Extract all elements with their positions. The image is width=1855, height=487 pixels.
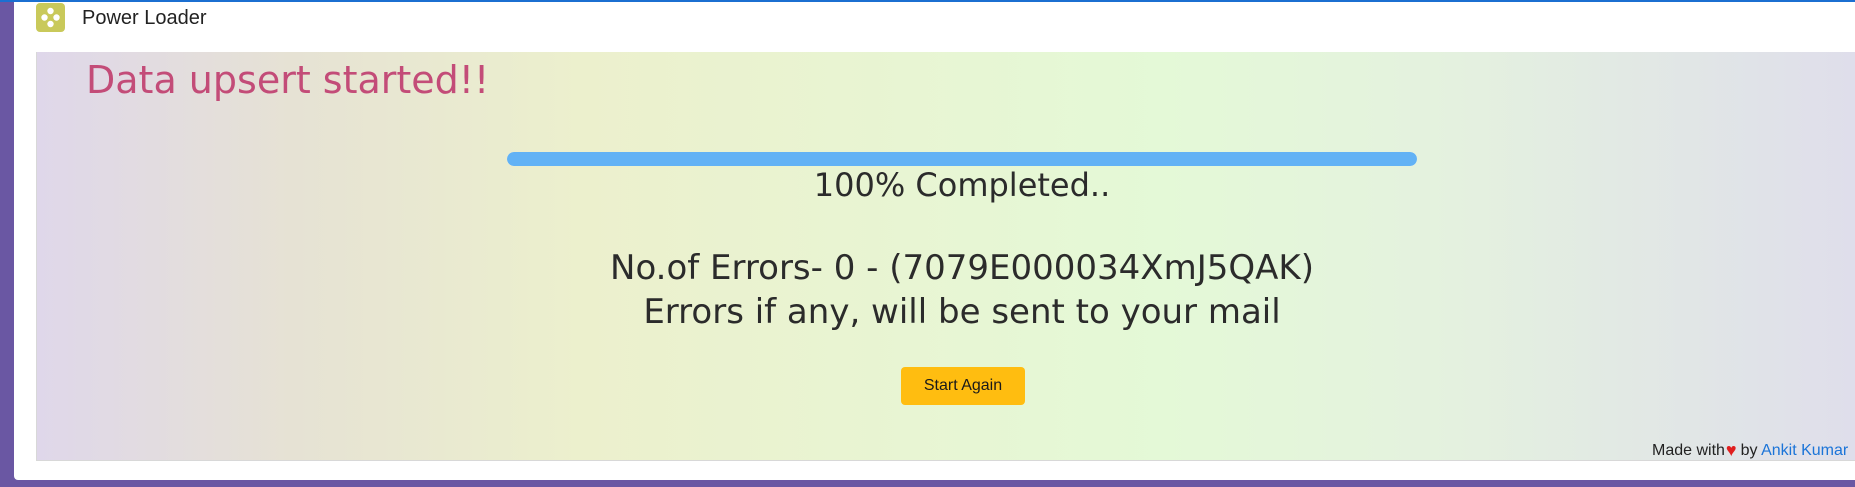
app-title: Power Loader [82,7,207,29]
author-link[interactable]: Ankit Kumar [1761,442,1848,459]
progress-bar-fill [507,152,1417,166]
start-again-button[interactable]: Start Again [901,367,1025,405]
footer-credit: Made with♥ by Ankit Kumar [1652,440,1848,460]
progress-label: 100% Completed.. [813,166,1111,204]
progress-bar [507,152,1417,166]
footer-made-with: Made with [1652,442,1725,459]
status-headline: Data upsert started!! [86,58,490,102]
app-card: Power Loader Data upsert started!! 100% … [14,2,1855,480]
footer-by: by [1740,442,1758,459]
app-logo-icon [36,3,65,32]
error-note: Errors if any, will be sent to your mail [643,292,1281,332]
heart-icon: ♥ [1725,440,1737,460]
app-header: Power Loader [14,2,1855,52]
loader-panel: Data upsert started!! 100% Completed.. N… [36,52,1855,461]
error-count-text: No.of Errors- 0 - (7079E000034XmJ5QAK) [610,248,1314,288]
